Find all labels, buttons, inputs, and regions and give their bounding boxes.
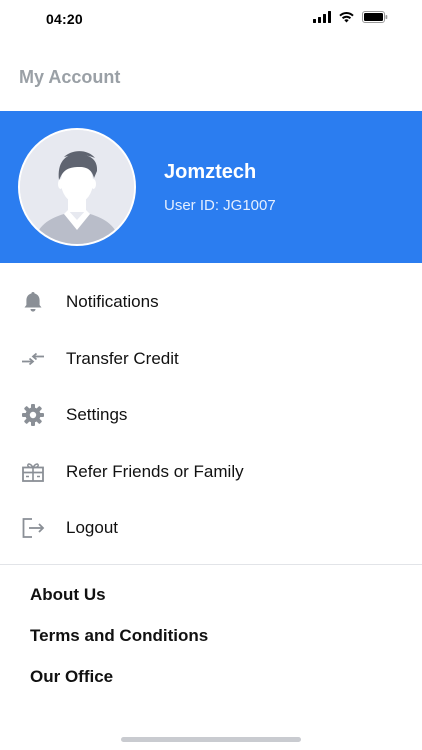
divider: [0, 564, 422, 565]
menu-item-label: Logout: [66, 518, 118, 538]
wifi-icon: [338, 11, 355, 23]
menu-item-settings[interactable]: Settings: [0, 387, 422, 444]
menu-item-transfer-credit[interactable]: Transfer Credit: [0, 331, 422, 388]
our-office-link[interactable]: Our Office: [30, 666, 208, 707]
menu-item-refer-friends[interactable]: Refer Friends or Family: [0, 444, 422, 501]
bell-icon: [20, 289, 46, 315]
gear-icon: [20, 402, 46, 428]
footer-links: About Us Terms and Conditions Our Office: [30, 584, 208, 707]
menu-item-notifications[interactable]: Notifications: [0, 274, 422, 331]
avatar[interactable]: [18, 128, 136, 246]
menu-item-label: Refer Friends or Family: [66, 461, 244, 481]
signal-icon: [313, 11, 331, 23]
battery-icon: [362, 11, 388, 23]
profile-user-id: User ID: JG1007: [164, 197, 276, 214]
logout-icon: [20, 515, 46, 541]
menu-item-logout[interactable]: Logout: [0, 500, 422, 557]
user-silhouette-icon: [20, 130, 134, 244]
terms-and-conditions-link[interactable]: Terms and Conditions: [30, 625, 208, 666]
menu-item-label: Settings: [66, 405, 128, 425]
menu-item-label: Notifications: [66, 292, 159, 312]
status-time: 04:20: [46, 11, 83, 27]
profile-banner: Jomztech User ID: JG1007: [0, 111, 422, 263]
home-indicator: [121, 737, 301, 742]
status-icons: [313, 11, 388, 23]
transfer-arrows-icon: [20, 346, 46, 372]
profile-name: Jomztech: [164, 161, 257, 183]
account-menu: Notifications Transfer Credit Settings R…: [0, 274, 422, 557]
page-title: My Account: [19, 67, 121, 87]
status-bar: 04:20: [0, 0, 422, 40]
menu-item-label: Transfer Credit: [66, 348, 179, 368]
about-us-link[interactable]: About Us: [30, 584, 208, 625]
gift-icon: [20, 459, 46, 485]
